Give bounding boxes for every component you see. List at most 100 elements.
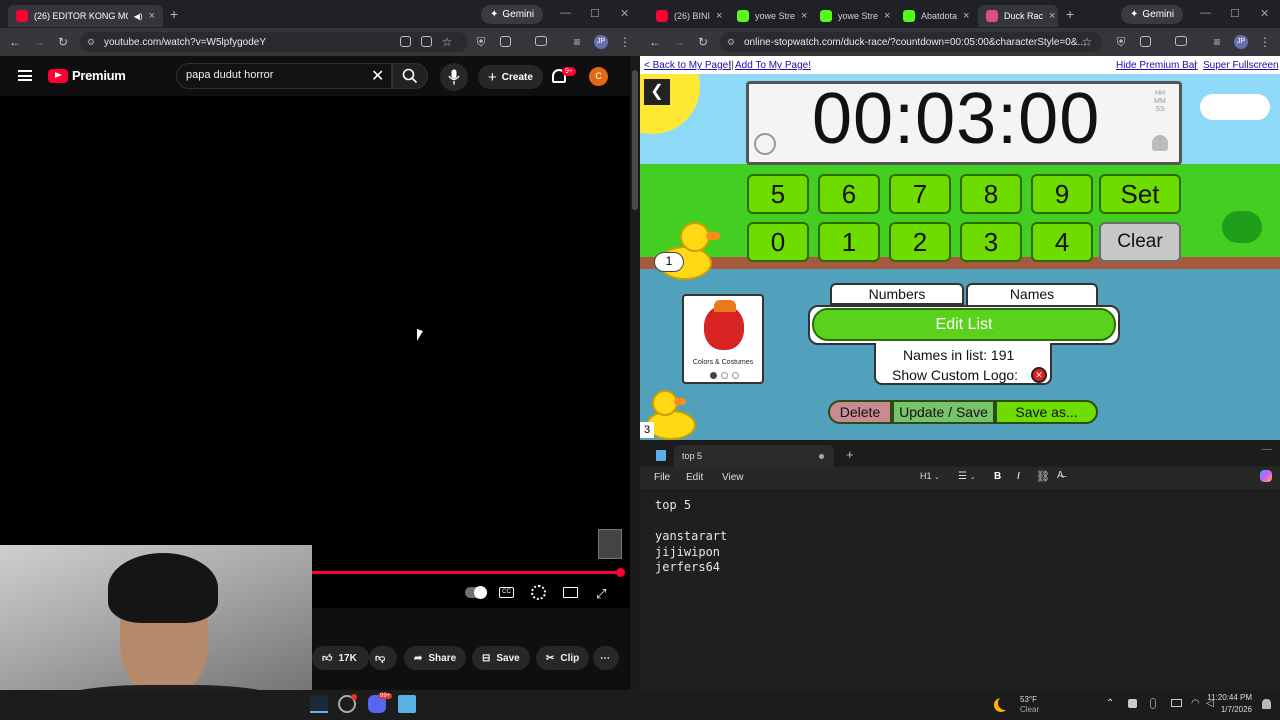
- digit-key-7[interactable]: 7: [889, 174, 951, 214]
- like-button[interactable]: 👍︎ 17K: [312, 646, 369, 670]
- digit-key-5[interactable]: 5: [747, 174, 809, 214]
- digit-key-9[interactable]: 9: [1031, 174, 1093, 214]
- youtube-search-button[interactable]: [392, 63, 428, 89]
- digit-key-8[interactable]: 8: [960, 174, 1022, 214]
- left-tab-youtube[interactable]: (26) EDITOR KONG MODEL ◀) ×: [8, 5, 163, 27]
- close-tab-icon[interactable]: ×: [716, 10, 722, 22]
- translate-icon[interactable]: [400, 36, 411, 47]
- taskbar-steam-icon[interactable]: [310, 695, 328, 713]
- back-arrow-icon-right[interactable]: ←: [648, 35, 662, 49]
- back-arrow-icon[interactable]: ←: [8, 35, 22, 49]
- save-as-button[interactable]: Save as...: [995, 400, 1098, 424]
- carousel-dot[interactable]: [732, 372, 739, 379]
- subtitles-cc-icon[interactable]: CC: [499, 587, 514, 598]
- colors-costumes-card[interactable]: Colors & Costumes: [682, 294, 764, 384]
- reload-icon[interactable]: ↻: [56, 35, 70, 49]
- more-actions-button[interactable]: ⋯: [593, 646, 619, 670]
- account-avatar[interactable]: C: [589, 67, 608, 86]
- notepad-minimize-icon[interactable]: —: [1262, 444, 1272, 455]
- list-format-icon[interactable]: ☰ ⌄: [958, 471, 976, 482]
- voice-search-button[interactable]: [440, 63, 468, 91]
- extensions-icon[interactable]: [500, 36, 511, 47]
- bookmark-star-icon-right[interactable]: ☆: [1080, 35, 1094, 49]
- close-tab-icon[interactable]: ×: [801, 10, 807, 22]
- digit-key-4[interactable]: 4: [1031, 222, 1093, 262]
- shield-extension-icon-right[interactable]: ⛨: [1114, 35, 1128, 49]
- clock-time[interactable]: 11:20:44 PM: [1206, 693, 1252, 702]
- back-arrow-button[interactable]: ❮: [644, 79, 670, 105]
- maximize-icon[interactable]: ☐: [590, 7, 600, 20]
- sound-bell-icon[interactable]: [1152, 135, 1168, 151]
- clear-button[interactable]: Clear: [1099, 222, 1181, 262]
- clear-search-icon[interactable]: ✕: [371, 66, 384, 86]
- tray-monitor-icon[interactable]: [1171, 699, 1182, 707]
- right-address-bar[interactable]: ⚙ online-stopwatch.com/duck-race/?countd…: [720, 32, 1102, 52]
- close-window-icon[interactable]: ✕: [620, 7, 629, 20]
- hamburger-menu-icon[interactable]: [18, 70, 32, 81]
- profile-avatar-right[interactable]: JP: [1234, 35, 1248, 49]
- channel-watermark[interactable]: [598, 529, 622, 559]
- tray-network-icon[interactable]: [1128, 699, 1137, 708]
- right-tab-3[interactable]: Abatdota ×: [895, 5, 975, 27]
- browser-menu-icon-right[interactable]: ⋮: [1258, 35, 1272, 49]
- right-tab-1[interactable]: yowe Stre ×: [729, 5, 809, 27]
- tray-mic-icon[interactable]: [1150, 698, 1156, 709]
- digit-key-3[interactable]: 3: [960, 222, 1022, 262]
- digit-key-6[interactable]: 6: [818, 174, 880, 214]
- menu-item-edit[interactable]: Edit: [686, 472, 703, 483]
- clip-button[interactable]: ✂ Clip: [536, 646, 590, 670]
- youtube-logo[interactable]: Premium: [48, 68, 126, 83]
- bold-icon[interactable]: B: [994, 471, 1001, 482]
- edit-list-button[interactable]: Edit List: [812, 308, 1116, 341]
- close-window-icon-right[interactable]: ✕: [1260, 7, 1269, 20]
- italic-icon[interactable]: I: [1017, 471, 1020, 482]
- heading-select[interactable]: H1 ⌄: [920, 471, 940, 481]
- minimize-icon-right[interactable]: —: [1200, 7, 1211, 19]
- cast-icon[interactable]: [421, 36, 432, 47]
- audio-playing-icon[interactable]: ◀): [134, 12, 143, 21]
- copilot-icon[interactable]: [1260, 470, 1272, 482]
- new-tab-button-right[interactable]: +: [1066, 6, 1074, 22]
- gemini-button[interactable]: ✦ Gemini: [481, 5, 544, 24]
- video-progress-track[interactable]: [312, 571, 622, 574]
- weather-temp[interactable]: 53°F: [1020, 695, 1037, 704]
- carousel-dot-active[interactable]: [710, 372, 717, 379]
- gemini-button-right[interactable]: ✦ Gemini: [1121, 5, 1184, 24]
- video-player[interactable]: [0, 96, 630, 608]
- menu-item-file[interactable]: File: [654, 472, 670, 483]
- shield-extension-icon[interactable]: ⛨: [474, 35, 488, 49]
- fullscreen-icon[interactable]: ⤢: [596, 586, 606, 602]
- create-button[interactable]: + Create: [478, 65, 543, 89]
- hide-premium-bar-link[interactable]: Hide Premium Bar: [1116, 60, 1198, 71]
- back-to-my-page-link[interactable]: < Back to My Page!: [644, 60, 731, 71]
- dislike-button[interactable]: 👎︎: [369, 646, 397, 670]
- reload-icon-right[interactable]: ↻: [696, 35, 710, 49]
- right-tab-4[interactable]: Duck Rac ×: [978, 5, 1058, 27]
- super-fullscreen-link[interactable]: Super Fullscreen: [1203, 60, 1279, 71]
- close-tab-icon[interactable]: ×: [1049, 10, 1055, 22]
- right-tab-2[interactable]: yowe Stre ×: [812, 5, 892, 27]
- notepad-tab[interactable]: top 5: [674, 445, 834, 467]
- carousel-dot[interactable]: [721, 372, 728, 379]
- notification-center-icon[interactable]: [1262, 699, 1271, 709]
- close-tab-icon[interactable]: ×: [884, 10, 890, 22]
- minimize-icon[interactable]: —: [560, 7, 571, 19]
- save-button[interactable]: ⊟ Save: [472, 646, 530, 670]
- settings-gear-icon[interactable]: [531, 585, 546, 600]
- close-tab-icon[interactable]: ×: [149, 10, 155, 22]
- custom-logo-toggle-x-icon[interactable]: ✕: [1031, 367, 1047, 383]
- sidepanel-icon-right[interactable]: [1175, 36, 1187, 46]
- media-controls-icon-right[interactable]: ≡: [1210, 35, 1224, 49]
- clear-formatting-icon[interactable]: A̶: [1057, 470, 1064, 481]
- digit-key-1[interactable]: 1: [818, 222, 880, 262]
- miniplayer-icon[interactable]: [563, 587, 578, 598]
- tab-numbers[interactable]: Numbers: [830, 283, 964, 305]
- add-to-my-page-link[interactable]: Add To My Page!: [735, 60, 811, 71]
- taskbar-notepad-icon[interactable]: [398, 695, 416, 713]
- close-tab-icon[interactable]: ×: [963, 10, 969, 22]
- youtube-search-input[interactable]: papa dudut horror: [186, 69, 273, 81]
- media-controls-icon[interactable]: ≡: [570, 35, 584, 49]
- set-button[interactable]: Set: [1099, 174, 1181, 214]
- autoplay-toggle[interactable]: [465, 586, 487, 599]
- right-tab-0[interactable]: (26) BINI ×: [648, 5, 728, 27]
